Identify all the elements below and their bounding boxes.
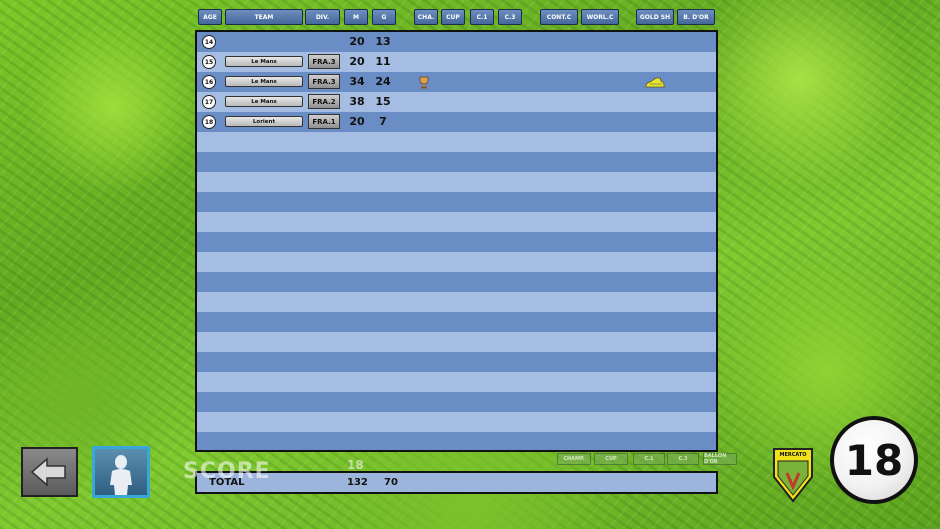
goals-value: 7 — [379, 115, 387, 128]
total-matches: 132 — [347, 477, 368, 488]
matches-value: 34 — [349, 75, 365, 88]
header-cont-c[interactable]: CONT.C — [540, 9, 578, 25]
age-badge: 17 — [202, 95, 216, 109]
header-g[interactable]: G — [372, 9, 396, 25]
table-row — [197, 412, 716, 432]
header-age[interactable]: AGE — [198, 9, 222, 25]
faded-button: C.3 — [667, 453, 699, 465]
score-label: SCORE — [183, 459, 271, 484]
team-button[interactable]: Le Mans — [225, 56, 303, 67]
division-badge[interactable]: FRA.3 — [308, 54, 340, 69]
golden-boot-icon — [645, 77, 665, 88]
header-worl-c[interactable]: WORL.C — [581, 9, 619, 25]
header-cha[interactable]: CHA. — [414, 9, 438, 25]
table-row — [197, 392, 716, 412]
mercato-button[interactable]: MERCATO — [772, 447, 814, 503]
table-row — [197, 312, 716, 332]
table-row — [197, 332, 716, 352]
header-team[interactable]: TEAM — [225, 9, 303, 25]
table-row — [197, 252, 716, 272]
matches-value: 20 — [349, 55, 365, 68]
faded-button: BALLON D'OR — [703, 453, 737, 465]
table-row: 18 Lorient FRA.1 20 7 — [197, 112, 716, 132]
age-badge: 16 — [202, 75, 216, 89]
table-row — [197, 172, 716, 192]
goals-value: 15 — [375, 95, 391, 108]
age-badge: 14 — [202, 35, 216, 49]
player-avatar-button[interactable] — [92, 446, 150, 498]
faded-button: C.1 — [633, 453, 665, 465]
header-b-d-or[interactable]: B. D'OR — [677, 9, 715, 25]
header-c-1[interactable]: C.1 — [470, 9, 494, 25]
faded-button: CUP — [594, 453, 628, 465]
table-row — [197, 292, 716, 312]
team-button[interactable]: Lorient — [225, 116, 303, 127]
matches-value: 20 — [349, 115, 365, 128]
table-row: 14 20 13 — [197, 32, 716, 52]
matches-value: 38 — [349, 95, 365, 108]
division-badge[interactable]: FRA.1 — [308, 114, 340, 129]
mercato-label: MERCATO — [779, 452, 807, 458]
header-c-3[interactable]: C.3 — [498, 9, 522, 25]
table-row — [197, 372, 716, 392]
goals-value: 24 — [375, 75, 391, 88]
division-badge[interactable]: FRA.2 — [308, 94, 340, 109]
player-avatar-icon — [110, 455, 132, 495]
total-goals: 70 — [384, 477, 398, 488]
trophy-icon — [419, 76, 429, 89]
table-row: 17 Le Mans FRA.2 38 15 — [197, 92, 716, 112]
age-badge: 18 — [202, 115, 216, 129]
table-row — [197, 212, 716, 232]
age-badge: 15 — [202, 55, 216, 69]
score-value: 18 — [347, 458, 364, 472]
header-gold-sh[interactable]: GOLD SH — [636, 9, 674, 25]
division-badge[interactable]: FRA.3 — [308, 74, 340, 89]
career-stats-table: 14 20 13 15 Le Mans FRA.3 20 11 16 Le Mans FRA.3 34… — [195, 30, 718, 452]
table-row: 15 Le Mans FRA.3 20 11 — [197, 52, 716, 72]
table-row — [197, 232, 716, 252]
round-number-badge: 18 — [830, 416, 918, 504]
table-row — [197, 192, 716, 212]
team-button[interactable]: Le Mans — [225, 96, 303, 107]
goals-value: 13 — [375, 35, 391, 48]
back-button[interactable] — [21, 447, 78, 497]
back-arrow-icon — [30, 457, 66, 487]
table-row: 16 Le Mans FRA.3 34 24 — [197, 72, 716, 92]
table-row — [197, 432, 716, 450]
goals-value: 11 — [375, 55, 391, 68]
table-row — [197, 132, 716, 152]
header-m[interactable]: M — [344, 9, 368, 25]
total-row: TOTAL 132 70 — [195, 471, 718, 494]
table-row — [197, 152, 716, 172]
table-row — [197, 352, 716, 372]
header-div[interactable]: DIV. — [305, 9, 340, 25]
matches-value: 20 — [349, 35, 365, 48]
faded-button: CHAMP. — [557, 453, 591, 465]
table-row — [197, 272, 716, 292]
team-button[interactable]: Le Mans — [225, 76, 303, 87]
header-cup[interactable]: CUP — [441, 9, 465, 25]
